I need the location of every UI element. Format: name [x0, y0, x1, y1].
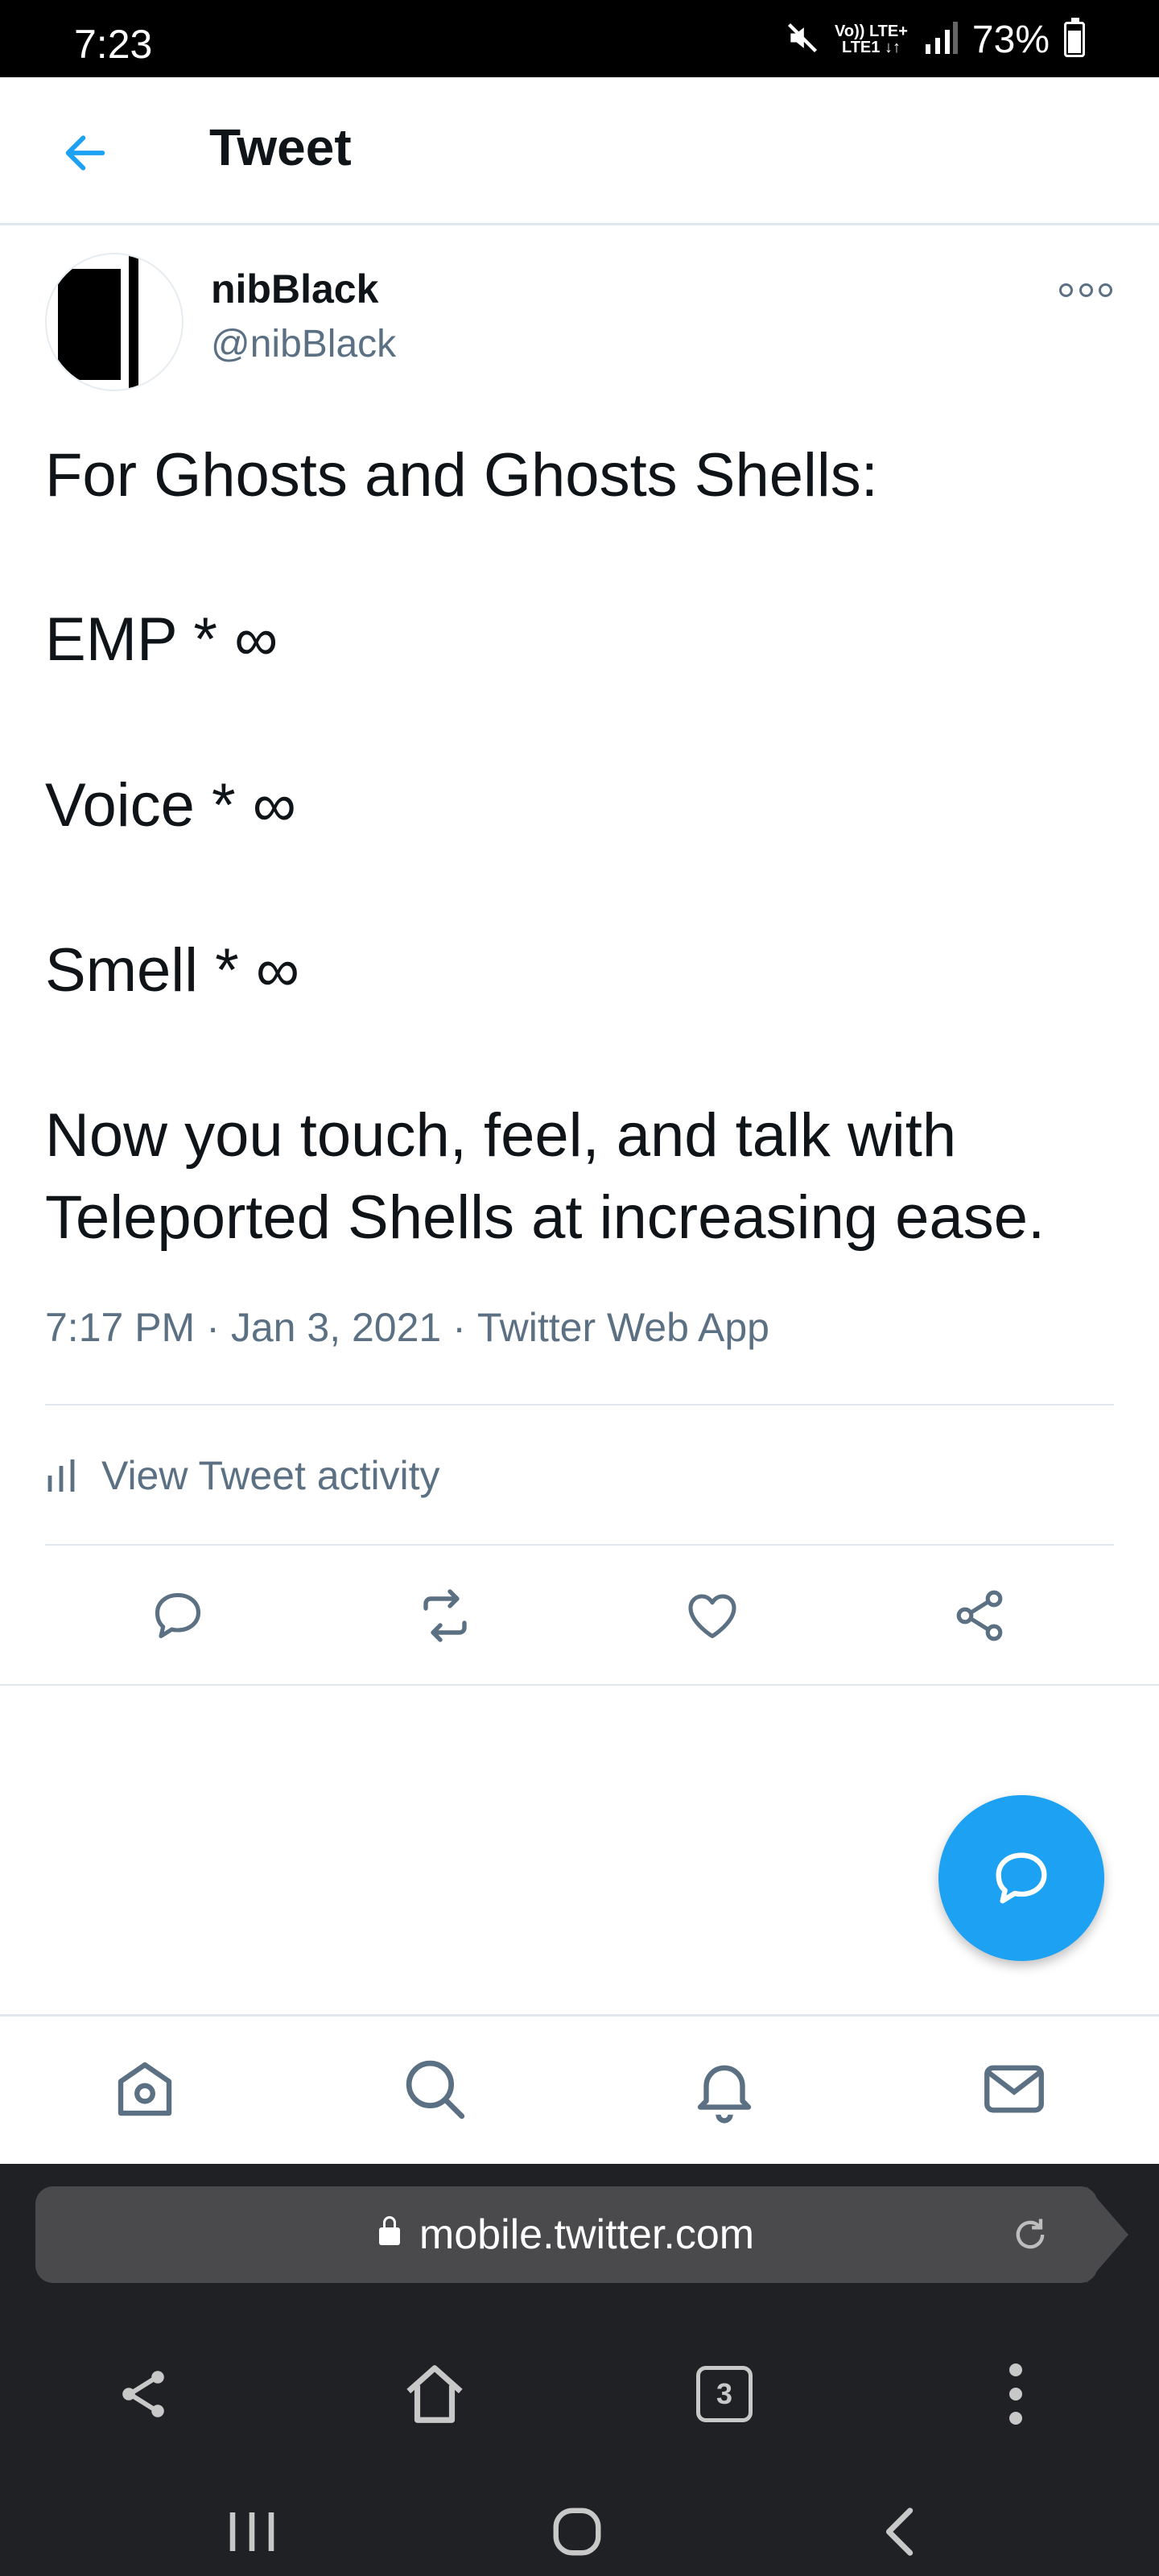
page-title: Tweet [209, 118, 352, 176]
reply-button[interactable] [142, 1579, 214, 1652]
retweet-icon [423, 1589, 467, 1642]
nav-home[interactable] [106, 2050, 184, 2128]
battery-icon [1064, 18, 1085, 57]
network-label: Vo)) LTE+ LTE1 ↓↑ [835, 23, 908, 56]
search-icon [406, 2060, 465, 2120]
tweet-meta: 7:17 PM · Jan 3, 2021 · Twitter Web App [45, 1304, 769, 1351]
status-icons: Vo)) LTE+ LTE1 ↓↑ 73% [785, 18, 1085, 61]
battery-percent: 73% [971, 18, 1050, 61]
view-activity-link[interactable]: View Tweet activity [45, 1447, 440, 1504]
retweet-button[interactable] [409, 1579, 481, 1652]
status-time: 7:23 [74, 22, 153, 67]
tweet-time[interactable]: 7:17 PM [45, 1304, 195, 1351]
tweet-text-line: Smell * ∞ [45, 936, 300, 1005]
share-icon [122, 2371, 164, 2417]
back-button[interactable] [53, 121, 118, 185]
mail-icon [984, 2065, 1044, 2113]
home-icon [118, 2062, 172, 2116]
browser-menu-button[interactable] [975, 2354, 1056, 2434]
activity-label: View Tweet activity [101, 1453, 440, 1498]
home-system-button[interactable] [541, 2496, 613, 2568]
avatar[interactable] [45, 253, 184, 391]
tweet-text-line: EMP * ∞ [45, 605, 278, 674]
heart-icon [688, 1594, 736, 1639]
share-icon [956, 1590, 1003, 1641]
recents-icon [229, 2512, 274, 2551]
recents-button[interactable] [216, 2496, 288, 2568]
browser-home-button[interactable] [394, 2354, 475, 2434]
back-chevron-icon [885, 2508, 914, 2556]
url-bar[interactable]: mobile.twitter.com [35, 2186, 1098, 2283]
lock-icon [378, 2216, 400, 2245]
reply-plus-icon [996, 1852, 1047, 1904]
tweet-text-line: Now you touch, feel, and talk with Telep… [45, 1101, 1046, 1252]
browser-share-button[interactable] [103, 2354, 184, 2434]
tweet-text-line: For Ghosts and Ghosts Shells: [45, 441, 878, 510]
signal-icon [922, 21, 958, 58]
reply-icon [155, 1592, 201, 1639]
browser-tabs-button[interactable]: 3 [684, 2354, 765, 2434]
tweet-text-line: Voice * ∞ [45, 771, 296, 840]
like-button[interactable] [676, 1579, 749, 1652]
share-button[interactable] [943, 1579, 1016, 1652]
url-text: mobile.twitter.com [419, 2211, 755, 2258]
activity-icon [47, 1459, 75, 1492]
back-arrow-icon [65, 135, 105, 171]
tweet-source[interactable]: Twitter Web App [477, 1304, 769, 1351]
browser-chrome: mobile.twitter.com 3 [0, 2164, 1159, 2576]
home-icon [406, 2365, 463, 2423]
divider [0, 1684, 1159, 1686]
back-system-button[interactable] [864, 2496, 937, 2568]
nav-notifications[interactable] [686, 2050, 763, 2128]
bottom-nav [0, 2014, 1159, 2164]
more-options-button[interactable] [1059, 274, 1112, 306]
home-circle-icon [553, 2508, 601, 2556]
tab-count: 3 [696, 2366, 753, 2422]
divider [45, 1544, 1114, 1546]
user-name[interactable]: nibBlack [211, 266, 378, 312]
divider [45, 1404, 1114, 1406]
compose-reply-button[interactable] [938, 1795, 1104, 1961]
nav-search[interactable] [396, 2050, 473, 2128]
user-handle[interactable]: @nibBlack [211, 322, 396, 366]
reload-button[interactable] [1006, 2211, 1054, 2259]
bell-icon [697, 2065, 752, 2124]
more-icon [1059, 283, 1073, 297]
tweet-date[interactable]: Jan 3, 2021 [231, 1304, 441, 1351]
status-bar: 7:23 Vo)) LTE+ LTE1 ↓↑ 73% [0, 0, 1159, 77]
tweet-actions [0, 1570, 1159, 1660]
nav-messages[interactable] [975, 2050, 1053, 2128]
mute-icon [785, 20, 820, 60]
reload-icon [1016, 2219, 1045, 2249]
top-header: Tweet [0, 77, 1159, 225]
more-vertical-icon [1009, 2363, 1022, 2425]
